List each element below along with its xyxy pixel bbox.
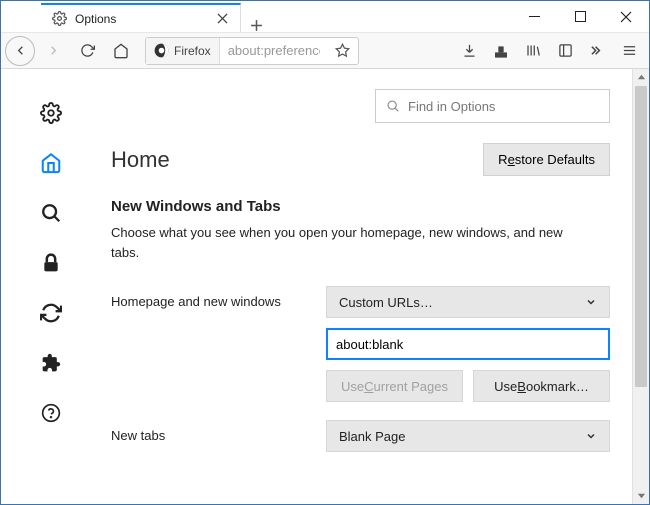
library-icon[interactable]	[517, 36, 549, 66]
new-tabs-select-value: Blank Page	[339, 429, 406, 444]
overflow-icon[interactable]	[581, 36, 613, 66]
scroll-down-icon[interactable]	[633, 487, 649, 504]
homepage-select[interactable]: Custom URLs…	[326, 286, 610, 318]
section-title: New Windows and Tabs	[111, 198, 610, 215]
scroll-track[interactable]	[633, 86, 649, 487]
scroll-up-icon[interactable]	[633, 69, 649, 86]
homepage-select-value: Custom URLs…	[339, 295, 433, 310]
sidebar-icon[interactable]	[549, 36, 581, 66]
bookmark-star-icon[interactable]	[328, 43, 358, 58]
minimize-button[interactable]	[511, 1, 557, 32]
reload-button[interactable]	[71, 36, 103, 66]
chevron-down-icon	[585, 430, 597, 442]
menu-icon[interactable]	[613, 36, 645, 66]
downloads-icon[interactable]	[453, 36, 485, 66]
sidebar	[1, 69, 101, 504]
sidebar-item-general[interactable]	[37, 99, 65, 127]
section-description: Choose what you see when you open your h…	[111, 223, 591, 262]
close-icon[interactable]	[214, 11, 230, 27]
sidebar-item-sync[interactable]	[37, 299, 65, 327]
tab-title: Options	[75, 12, 206, 26]
page-title: Home	[111, 147, 170, 173]
use-bookmark-button[interactable]: Use Bookmark…	[473, 370, 610, 402]
new-tab-button[interactable]	[241, 19, 271, 32]
scroll-thumb[interactable]	[635, 86, 647, 387]
row-new-tabs: New tabs Blank Page	[111, 420, 610, 452]
chevron-down-icon	[585, 296, 597, 308]
gear-icon	[51, 11, 67, 27]
use-current-pages-button[interactable]: Use Current Pages	[326, 370, 463, 402]
row-homepage: Homepage and new windows Custom URLs… Us…	[111, 286, 610, 402]
homepage-label: Homepage and new windows	[111, 286, 326, 309]
title-bar: Options	[1, 1, 649, 32]
identity-box[interactable]: Firefox	[146, 38, 220, 64]
scrollbar[interactable]	[632, 69, 649, 504]
new-tabs-select[interactable]: Blank Page	[326, 420, 610, 452]
window-close-button[interactable]	[603, 1, 649, 32]
window-controls	[511, 1, 649, 32]
restore-defaults-button[interactable]: Restore Defaults	[483, 143, 610, 176]
tab-strip: Options	[1, 1, 511, 32]
identity-label: Firefox	[174, 44, 211, 58]
sidebar-item-extensions[interactable]	[37, 349, 65, 377]
sidebar-item-support[interactable]	[37, 399, 65, 427]
url-input[interactable]	[220, 43, 328, 58]
sidebar-item-privacy[interactable]	[37, 249, 65, 277]
nav-toolbar: Firefox	[1, 32, 649, 69]
content: Find in Options Home Restore Defaults Ne…	[1, 69, 649, 504]
search-icon	[386, 99, 400, 113]
main-panel: Find in Options Home Restore Defaults Ne…	[101, 69, 632, 504]
forward-button[interactable]	[37, 36, 69, 66]
search-input[interactable]: Find in Options	[375, 89, 610, 123]
homepage-url-input[interactable]	[326, 328, 610, 360]
new-tabs-label: New tabs	[111, 420, 326, 443]
maximize-button[interactable]	[557, 1, 603, 32]
url-bar[interactable]: Firefox	[145, 37, 359, 65]
back-button[interactable]	[5, 36, 35, 66]
sidebar-item-search[interactable]	[37, 199, 65, 227]
account-icon[interactable]	[485, 36, 517, 66]
search-placeholder: Find in Options	[408, 99, 495, 114]
home-button[interactable]	[105, 36, 137, 66]
sidebar-item-home[interactable]	[37, 149, 65, 177]
browser-tab[interactable]: Options	[41, 3, 241, 32]
